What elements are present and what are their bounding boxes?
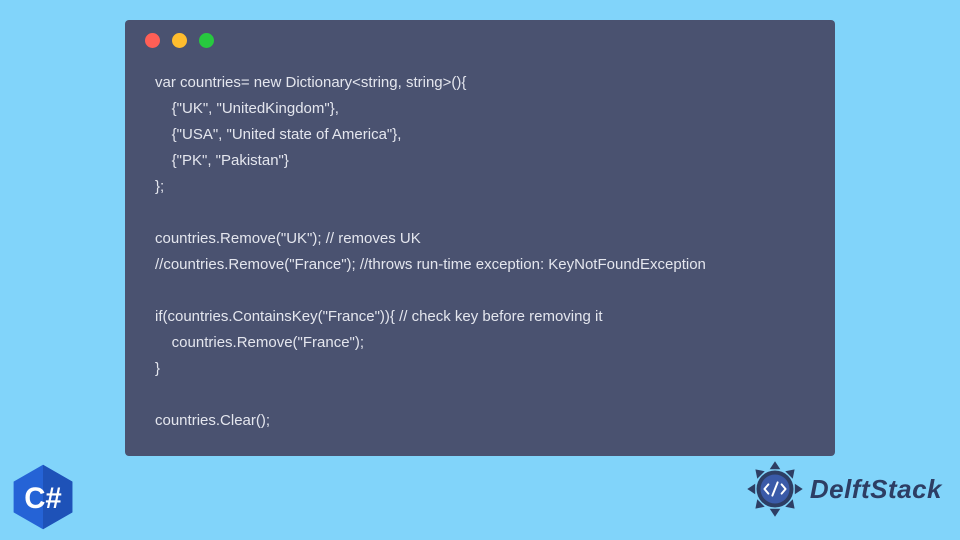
brand-area: DelftStack bbox=[742, 456, 942, 522]
maximize-icon bbox=[199, 33, 214, 48]
close-icon bbox=[145, 33, 160, 48]
code-body: var countries= new Dictionary<string, st… bbox=[125, 60, 835, 434]
brand-name: DelftStack bbox=[810, 474, 942, 505]
window-titlebar bbox=[125, 20, 835, 60]
minimize-icon bbox=[172, 33, 187, 48]
csharp-badge-text: C# bbox=[24, 482, 62, 515]
csharp-logo-icon: C# bbox=[8, 462, 78, 532]
delftstack-logo-icon bbox=[742, 456, 808, 522]
code-window: var countries= new Dictionary<string, st… bbox=[125, 20, 835, 456]
